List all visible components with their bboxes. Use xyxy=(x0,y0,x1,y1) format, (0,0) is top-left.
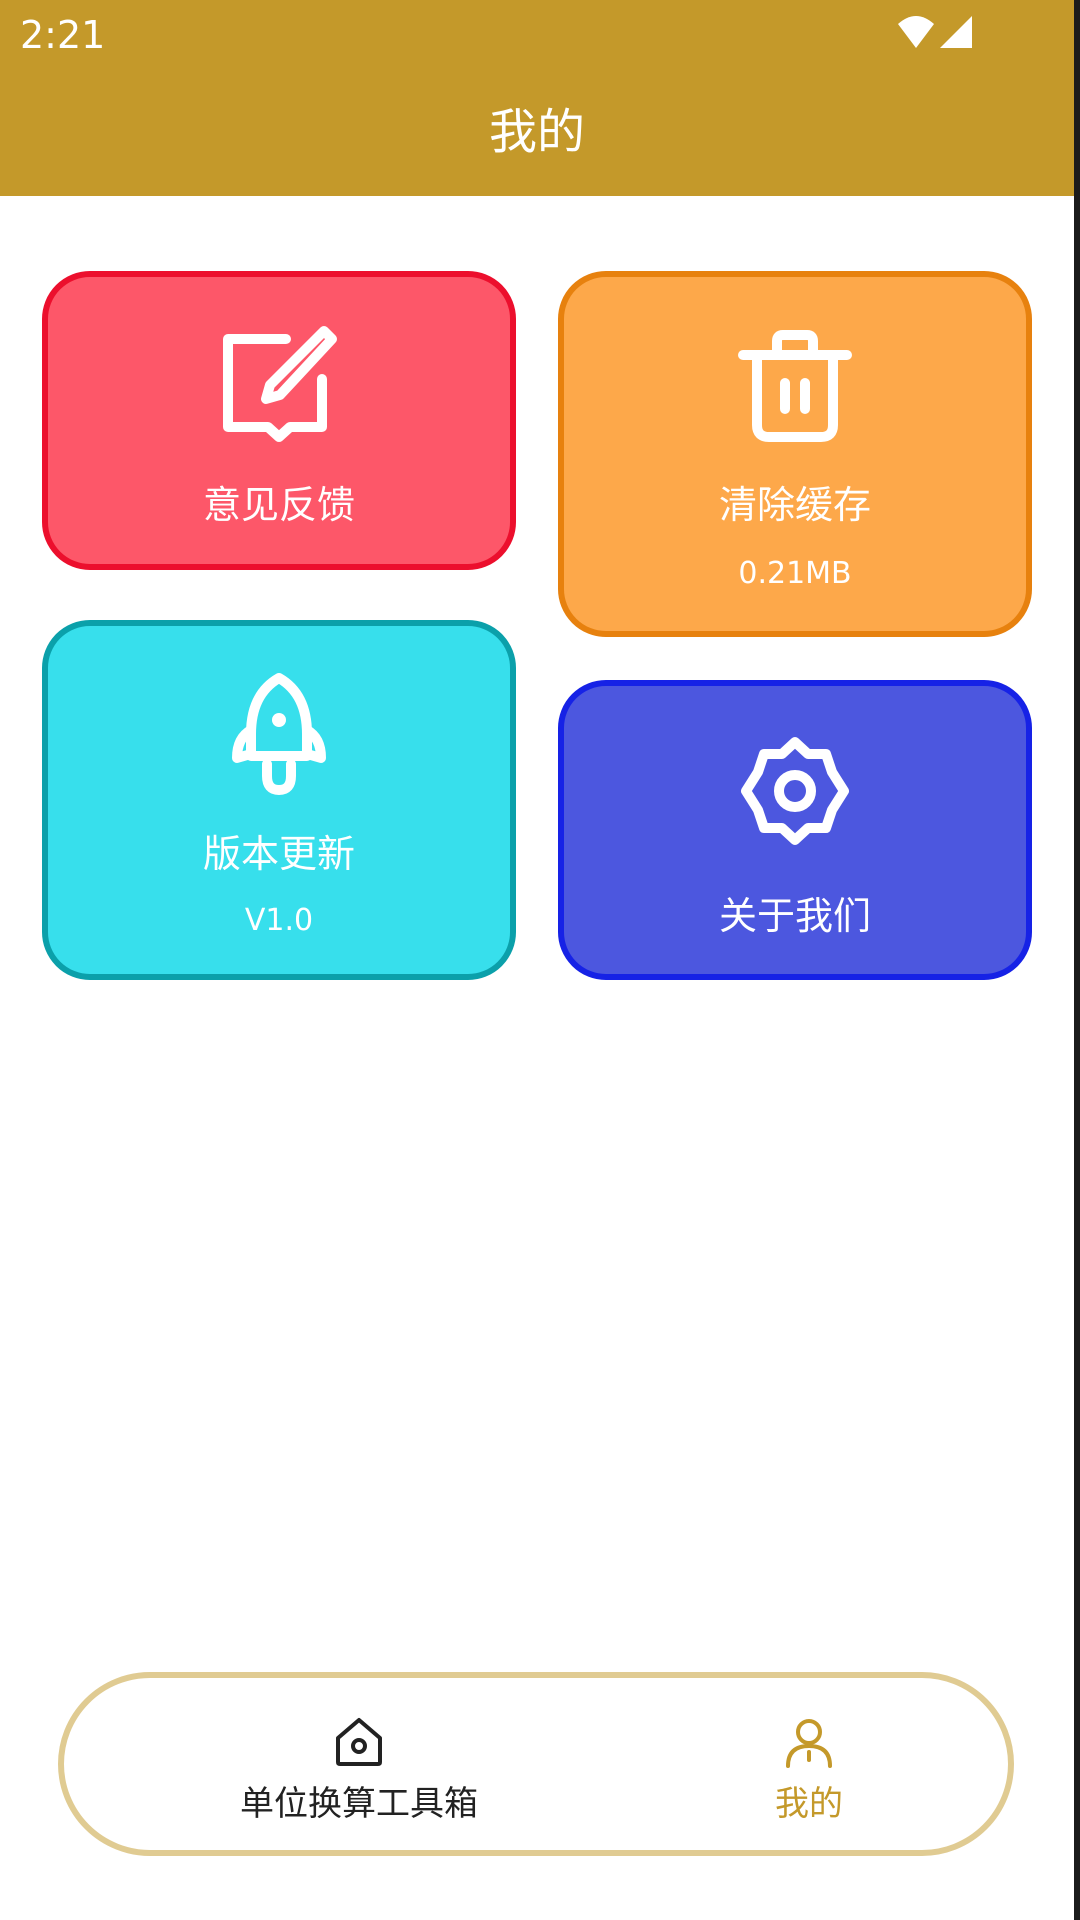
app-header: 2:21 我的 xyxy=(0,0,1074,196)
feedback-card[interactable]: 意见反馈 xyxy=(42,271,516,570)
status-time: 2:21 xyxy=(20,13,106,57)
wifi-icon xyxy=(898,16,934,48)
about-us-label: 关于我们 xyxy=(718,894,871,938)
version-update-card[interactable]: 版本更新 V1.0 xyxy=(42,620,516,980)
status-icons xyxy=(898,16,972,48)
clear-cache-card[interactable]: 清除缓存 0.21MB xyxy=(558,271,1032,637)
page-title: 我的 xyxy=(488,104,585,160)
feedback-label: 意见反馈 xyxy=(202,483,355,527)
rocket-icon xyxy=(232,673,326,796)
edit-icon xyxy=(223,326,337,442)
home-icon xyxy=(336,1718,382,1766)
bottom-tab-bar: 单位换算工具箱 我的 xyxy=(58,1672,1014,1856)
trash-icon xyxy=(738,330,852,442)
version-update-label: 版本更新 xyxy=(202,832,355,876)
clear-cache-label: 清除缓存 xyxy=(718,483,871,527)
tab-mine[interactable]: 我的 xyxy=(604,1678,1014,1850)
tab-mine-label: 我的 xyxy=(775,1784,843,1824)
about-us-card[interactable]: 关于我们 xyxy=(558,680,1032,980)
signal-icon xyxy=(940,16,972,48)
gear-icon xyxy=(741,737,849,845)
screen-edge xyxy=(1074,0,1080,1920)
tab-unit-converter-label: 单位换算工具箱 xyxy=(240,1784,478,1824)
screen: 2:21 我的 意见反馈 清除缓存 0.21MB 版本更新 V1.0 关于我们 … xyxy=(0,0,1074,1920)
version-value: V1.0 xyxy=(244,903,314,938)
tab-unit-converter[interactable]: 单位换算工具箱 xyxy=(154,1678,564,1850)
person-icon xyxy=(786,1719,832,1768)
cache-size-value: 0.21MB xyxy=(738,556,852,591)
